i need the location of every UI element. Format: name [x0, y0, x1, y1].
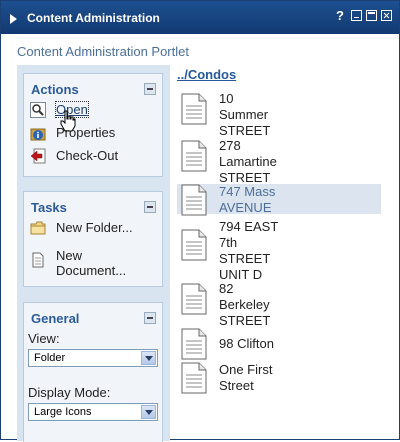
general-collapse-button[interactable]	[144, 312, 156, 324]
display-mode-select[interactable]: Large Icons	[28, 403, 158, 421]
document-icon	[32, 252, 44, 268]
actions-header: Actions	[31, 82, 79, 97]
file-item[interactable]: 98 Clifton	[177, 328, 381, 360]
tasks-collapse-button[interactable]	[144, 201, 156, 213]
document-icon	[181, 229, 207, 261]
breadcrumb-link[interactable]: ../Condos	[177, 67, 236, 82]
display-mode-label: Display Mode:	[28, 385, 111, 400]
minimize-icon[interactable]	[351, 10, 362, 21]
file-name: 794 EAST 7th STREET UNIT D	[219, 219, 279, 282]
file-item[interactable]: 10 Summer STREET	[177, 91, 381, 139]
document-icon	[181, 184, 207, 216]
portlet-titlebar: Content Administration ?	[1, 1, 399, 34]
chevron-down-icon	[141, 351, 156, 365]
view-label: View:	[28, 331, 60, 346]
display-mode-value: Large Icons	[34, 406, 92, 418]
file-item[interactable]: One First Street	[177, 362, 381, 396]
portlet-title: Content Administration	[27, 11, 160, 25]
file-item-selected[interactable]: 747 Mass AVENUE	[177, 184, 381, 216]
portlet-menu-icon[interactable]	[10, 14, 17, 24]
document-icon	[181, 362, 207, 394]
document-icon	[181, 283, 207, 315]
general-panel: General View: Folder Display Mode: Large…	[23, 302, 163, 442]
file-item[interactable]: 278 Lamartine STREET	[177, 138, 381, 186]
magnifier-icon	[30, 102, 46, 118]
actions-panel: Actions Open Properties Check-Out	[23, 73, 163, 177]
new-document-label: New Document...	[56, 248, 127, 278]
breadcrumb[interactable]: ../Condos	[177, 67, 236, 82]
file-item[interactable]: 794 EAST 7th STREET UNIT D	[177, 219, 381, 283]
help-button[interactable]: ?	[336, 9, 344, 23]
document-icon	[181, 93, 207, 125]
tasks-panel: Tasks New Folder... New Document...	[23, 191, 163, 287]
file-name: One First Street	[219, 362, 273, 393]
checkout-label: Check-Out	[56, 148, 119, 163]
view-select[interactable]: Folder	[28, 349, 158, 367]
maximize-icon[interactable]	[366, 10, 377, 21]
document-icon	[181, 328, 207, 360]
portlet-subtitle: Content Administration Portlet	[17, 44, 189, 59]
folder-icon	[30, 221, 46, 235]
properties-label: Properties	[56, 125, 116, 140]
general-header: General	[31, 311, 80, 326]
checkout-icon	[30, 148, 46, 164]
file-name: 10 Summer STREET	[219, 91, 271, 138]
document-icon	[181, 140, 207, 172]
info-icon	[30, 128, 46, 141]
view-select-value: Folder	[34, 352, 66, 364]
file-name: 747 Mass AVENUE	[219, 184, 276, 215]
close-icon[interactable]	[381, 10, 392, 21]
chevron-down-icon	[141, 405, 156, 419]
new-folder-label: New Folder...	[56, 220, 133, 235]
file-name: 278 Lamartine STREET	[219, 138, 277, 185]
actions-collapse-button[interactable]	[144, 83, 156, 95]
file-name: 82 Berkeley STREET	[219, 281, 271, 328]
tasks-header: Tasks	[31, 200, 67, 215]
file-name: 98 Clifton	[219, 336, 274, 351]
content-admin-portlet: Content Administration ? Content Adminis…	[0, 0, 400, 442]
file-item[interactable]: 82 Berkeley STREET	[177, 281, 381, 329]
